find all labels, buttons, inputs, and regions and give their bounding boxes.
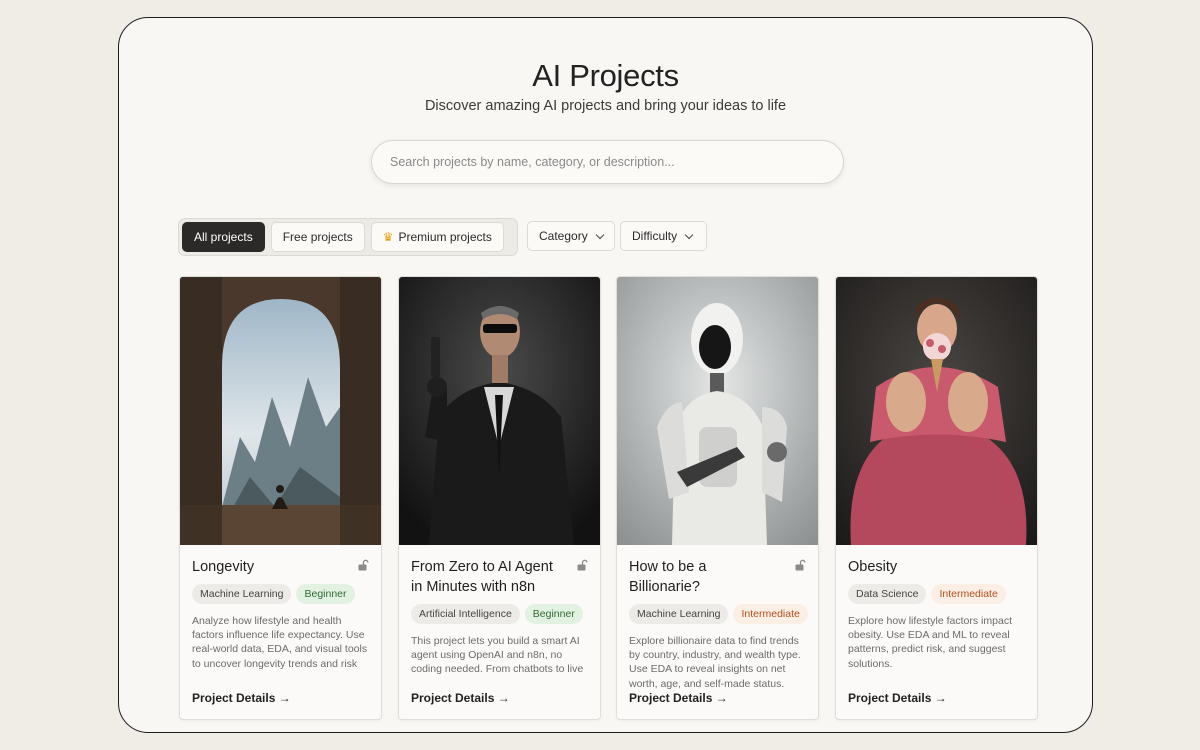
page-subtitle: Discover amazing AI projects and bring y… [424, 98, 787, 114]
tab-all-projects[interactable]: All projects [182, 222, 265, 252]
difficulty-badge: Beginner [296, 584, 355, 604]
project-card-longevity[interactable]: Longevity Machine Learning Beginner Anal… [179, 276, 382, 720]
crown-icon: ♛ [382, 230, 394, 244]
tab-premium-projects[interactable]: ♛ Premium projects [370, 222, 504, 252]
tab-label: Free projects [282, 230, 353, 244]
tab-free-projects[interactable]: Free projects [270, 222, 365, 252]
project-card-obesity[interactable]: Obesity Data Science Intermediate Explor… [835, 276, 1038, 720]
card-title: From Zero to AI Agent in Minutes with n8… [411, 559, 553, 595]
difficulty-badge: Beginner [524, 604, 583, 624]
difficulty-badge: Intermediate [733, 604, 808, 624]
difficulty-badge: Intermediate [931, 584, 1006, 604]
white-robot-image [617, 277, 818, 545]
card-title: Obesity [848, 559, 898, 575]
chevron-down-icon [684, 230, 694, 239]
project-details-link[interactable]: Project Details → [192, 691, 291, 705]
project-details-link[interactable]: Project Details → [629, 691, 728, 705]
category-badge: Machine Learning [192, 584, 292, 604]
category-badge: Machine Learning [629, 604, 729, 624]
project-details-link[interactable]: Project Details → [848, 691, 947, 705]
agent-in-suit-with-gun-image [399, 277, 600, 545]
unlock-icon [795, 559, 806, 571]
tab-label: All projects [194, 230, 253, 244]
chevron-down-icon [595, 230, 604, 239]
card-description: Analyze how lifestyle and health factors… [192, 615, 368, 670]
project-type-tabs: All projects Free projects ♛ Premium pro… [178, 218, 518, 256]
woman-pink-dress-ice-cream-image [836, 277, 1037, 545]
tab-label: Premium projects [398, 230, 492, 244]
category-dropdown[interactable]: Category [527, 221, 615, 251]
dropdown-label: Difficulty [632, 229, 678, 243]
unlock-icon [358, 559, 369, 571]
card-description: This project lets you build a smart AI a… [411, 635, 584, 676]
page-title: AI Projects [532, 58, 679, 93]
unlock-icon [577, 559, 588, 571]
dropdown-label: Category [539, 229, 588, 243]
difficulty-dropdown[interactable]: Difficulty [620, 221, 707, 251]
card-description: Explore how lifestyle factors impact obe… [848, 615, 1012, 670]
card-title: Longevity [192, 559, 255, 575]
category-badge: Data Science [848, 584, 927, 604]
project-card-ai-agent[interactable]: From Zero to AI Agent in Minutes with n8… [398, 276, 601, 720]
card-description: Explore billionaire data to find trends … [629, 635, 801, 690]
archway-mountain-meditation-image [180, 277, 381, 545]
category-badge: Artificial Intelligence [411, 604, 520, 624]
app-window: AI Projects Discover amazing AI projects… [118, 17, 1093, 733]
project-details-link[interactable]: Project Details → [411, 691, 510, 705]
card-title: How to be a Billionarie? [629, 559, 707, 595]
search-input[interactable] [372, 141, 843, 183]
project-card-billionaire[interactable]: How to be a Billionarie? Machine Learnin… [616, 276, 819, 720]
search-bar [371, 140, 844, 184]
